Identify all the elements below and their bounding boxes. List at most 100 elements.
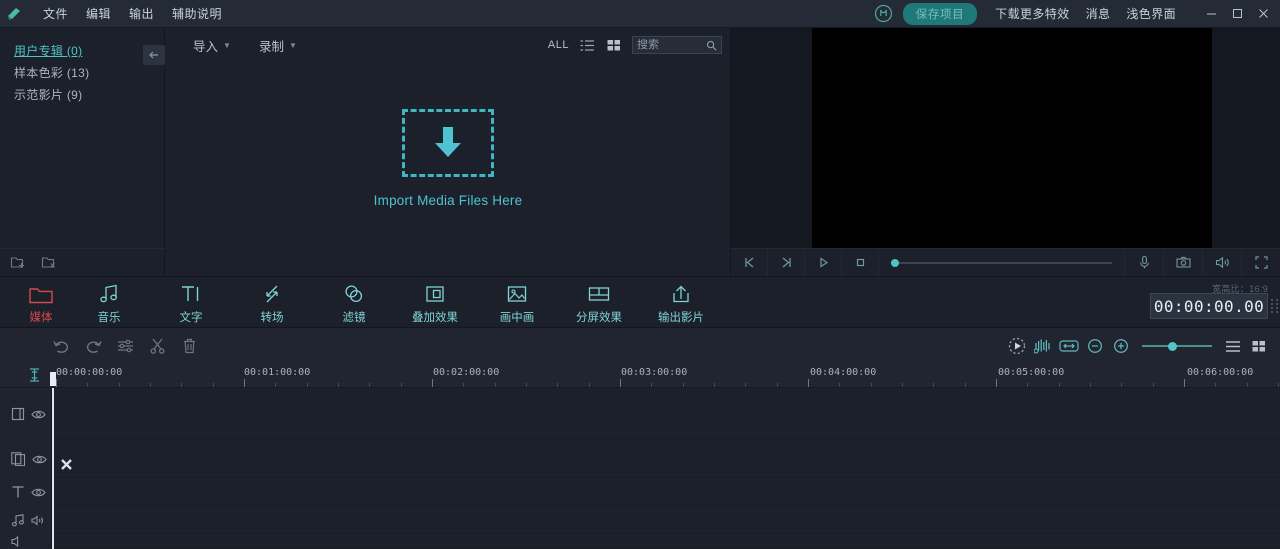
ruler-tick-minor: [777, 383, 778, 387]
audio-waveform-icon[interactable]: [1030, 328, 1056, 364]
light-theme-button[interactable]: 浅色界面: [1118, 2, 1184, 25]
menu-item-edit[interactable]: 编辑: [77, 1, 120, 26]
seek-bar[interactable]: [879, 249, 1124, 277]
track-header-overlay[interactable]: [0, 440, 52, 478]
menu-bar: 文件 编辑 输出 辅助说明: [34, 1, 231, 26]
track-row-title[interactable]: [52, 478, 1280, 506]
minimize-icon[interactable]: [1198, 1, 1224, 27]
skip-forward-icon[interactable]: [768, 249, 805, 277]
camera-icon[interactable]: [1163, 249, 1202, 277]
track-row-music[interactable]: [52, 506, 1280, 534]
timeline-body: [0, 388, 1280, 549]
tab-split-screen[interactable]: 分屏效果: [558, 283, 640, 327]
tab-filter[interactable]: 滤镜: [313, 283, 395, 327]
timeline-zoom-slider[interactable]: [1142, 328, 1212, 364]
tab-pip[interactable]: 画中画: [476, 283, 558, 327]
timeline-grid-view-icon[interactable]: [1246, 328, 1272, 364]
grip-handle-icon[interactable]: [1271, 293, 1278, 319]
search-box[interactable]: [632, 36, 722, 54]
arrow-left-icon[interactable]: [143, 45, 165, 65]
fit-timeline-icon[interactable]: [1056, 328, 1082, 364]
import-dropzone[interactable]: Import Media Files Here: [165, 62, 731, 276]
library-folder-sample-colors[interactable]: 样本色彩 (13): [14, 62, 164, 84]
record-dropdown[interactable]: 录制 ▼: [259, 36, 297, 55]
eye-icon[interactable]: [31, 409, 46, 420]
video-track-icon: [11, 407, 25, 421]
seek-track[interactable]: [891, 262, 1112, 264]
ruler-tick-minor: [745, 383, 746, 387]
undo-icon[interactable]: [45, 328, 77, 364]
text-title-icon: [180, 283, 202, 305]
library-sidebar: 用户专辑 (0) 样本色彩 (13) 示范影片 (9): [0, 28, 165, 248]
import-dropdown[interactable]: 导入 ▼: [193, 36, 231, 55]
redo-icon[interactable]: [77, 328, 109, 364]
menu-item-output[interactable]: 输出: [120, 1, 163, 26]
ruler-tick-minor: [902, 383, 903, 387]
messages-button[interactable]: 消息: [1078, 2, 1119, 25]
track-header-title[interactable]: [0, 478, 52, 506]
tab-music[interactable]: 音乐: [68, 283, 150, 327]
maximize-icon[interactable]: [1224, 1, 1250, 27]
stop-icon[interactable]: [842, 249, 879, 277]
library-folder-user-album[interactable]: 用户专辑 (0): [14, 40, 164, 62]
timeline-list-view-icon[interactable]: [1220, 328, 1246, 364]
playhead-handle[interactable]: [50, 372, 56, 386]
cut-scissors-icon[interactable]: [141, 328, 173, 364]
microphone-icon[interactable]: [1124, 249, 1163, 277]
list-view-icon[interactable]: [578, 36, 596, 54]
account-icon[interactable]: [871, 1, 897, 27]
menu-item-file[interactable]: 文件: [34, 1, 77, 26]
ruler-marker-icon[interactable]: [29, 368, 40, 382]
render-preview-icon[interactable]: [1004, 328, 1030, 364]
eye-icon[interactable]: [32, 454, 47, 465]
eye-icon[interactable]: [31, 487, 46, 498]
download-effects-button[interactable]: 下载更多特效: [987, 2, 1077, 25]
tab-overlay-label: 叠加效果: [412, 309, 458, 325]
timeline-ruler[interactable]: 00:00:00:0000:01:00:0000:02:00:0000:03:0…: [0, 364, 1280, 388]
track-row-overlay[interactable]: [52, 440, 1280, 478]
filter-all-button[interactable]: ALL: [548, 39, 569, 51]
tab-text-label: 文字: [180, 309, 203, 325]
library-folder-sample-videos[interactable]: 示范影片 (9): [14, 84, 164, 106]
import-label: 导入: [193, 36, 218, 55]
zoom-slider-track[interactable]: [1142, 345, 1212, 347]
tab-text[interactable]: 文字: [150, 283, 232, 327]
close-icon[interactable]: [1250, 1, 1276, 27]
track-header-video[interactable]: [0, 388, 52, 440]
tab-overlay[interactable]: 叠加效果: [394, 283, 476, 327]
skip-back-icon[interactable]: [731, 249, 768, 277]
tab-media-label: 媒体: [30, 309, 53, 325]
search-input[interactable]: [637, 39, 706, 51]
mixer-settings-icon[interactable]: [109, 328, 141, 364]
video-preview[interactable]: [812, 28, 1212, 248]
ruler-label: 00:03:00:00: [621, 367, 687, 378]
seek-handle[interactable]: [891, 259, 899, 267]
track-row-voice[interactable]: [52, 534, 1280, 549]
volume-icon[interactable]: [1202, 249, 1241, 277]
menu-item-help[interactable]: 辅助说明: [163, 1, 231, 26]
track-header-voice[interactable]: [0, 534, 52, 549]
search-icon[interactable]: [706, 40, 717, 51]
ruler-label: 00:04:00:00: [810, 367, 876, 378]
timeline-playhead[interactable]: [52, 388, 54, 549]
zoom-slider-handle[interactable]: [1168, 342, 1177, 351]
delete-trash-icon[interactable]: [173, 328, 205, 364]
ruler-label: 00:01:00:00: [244, 367, 310, 378]
delete-folder-icon[interactable]: [41, 255, 58, 270]
timecode-display[interactable]: 00:00:00.00: [1150, 293, 1268, 319]
zoom-out-icon[interactable]: [1082, 328, 1108, 364]
grid-view-icon[interactable]: [605, 36, 623, 54]
ruler-tick-major: [56, 379, 57, 387]
speaker-icon[interactable]: [31, 515, 45, 526]
track-header-music[interactable]: [0, 506, 52, 534]
zoom-in-icon[interactable]: [1108, 328, 1134, 364]
clip-marker-icon[interactable]: [60, 458, 73, 471]
tab-transition[interactable]: 转场: [231, 283, 313, 327]
tab-export[interactable]: 输出影片: [640, 283, 722, 327]
track-row-video[interactable]: [52, 388, 1280, 440]
add-folder-icon[interactable]: [10, 255, 27, 270]
fullscreen-icon[interactable]: [1241, 249, 1280, 277]
ruler-tick-minor: [526, 383, 527, 387]
save-project-button[interactable]: 保存项目: [903, 3, 977, 25]
play-icon[interactable]: [805, 249, 842, 277]
